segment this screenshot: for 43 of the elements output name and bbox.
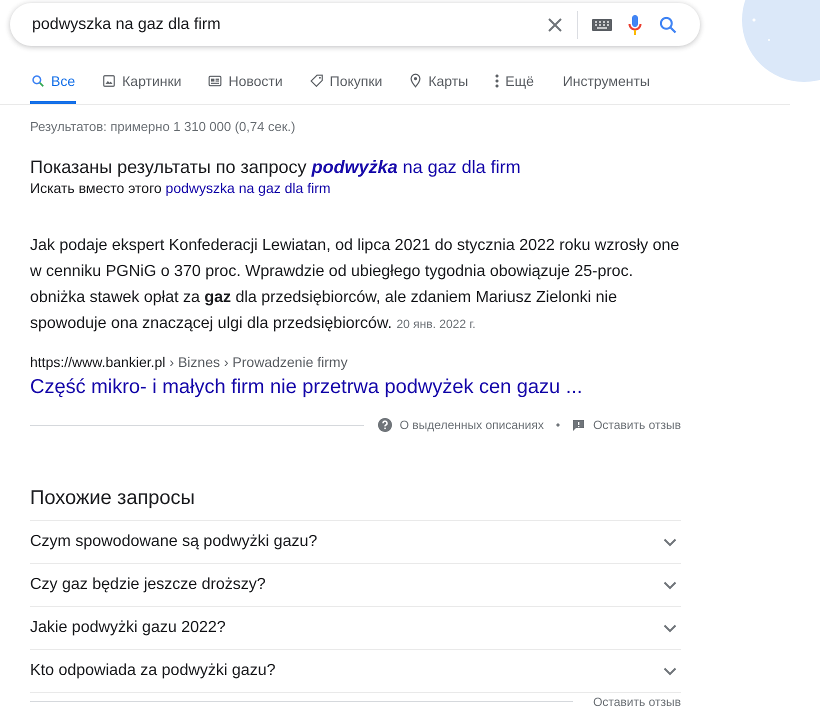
tab[interactable]: Ещё <box>494 60 535 104</box>
close-icon <box>547 16 563 32</box>
tab[interactable]: Картинки <box>101 60 182 104</box>
about-snippets-link[interactable]: О выделенных описаниях <box>400 418 544 432</box>
tab[interactable]: Карты <box>408 60 470 104</box>
related-searches-heading: Похожие запросы <box>30 487 681 521</box>
image-icon <box>102 74 116 88</box>
related-search-item[interactable]: Czym spowodowane są podwyżki gazu? <box>30 521 681 564</box>
keyboard-icon <box>592 18 612 30</box>
snippet-text: Jak podaje ekspert Konfederacji Lewiatan, od lipca 2021 do stycznia 2022 roku wzrosły one w cenniku PGNiG o 370 proc. Wprawdzie od ubiegłego tygodnia obowiązuje 25-proc. obniżka stawek opłat za gaz dla przedsiębiorców, ale zdaniem Mariusz Zielonki nie spowoduje ona znaczącej ulgi dla przedsiębiorców. 20 янв. 2022 г. <box>30 236 680 334</box>
more-icon <box>495 74 500 88</box>
related-search-text: Czym spowodowane są podwyżki gazu? <box>30 533 318 551</box>
result-breadcrumb: › Biznes › Prowadzenie firmy <box>169 354 348 370</box>
result-count: Результатов: примерно 1 310 000 (0,74 сек.) <box>30 119 296 134</box>
separator-dot: • <box>556 418 560 432</box>
feedback-link[interactable]: Оставить отзыв <box>593 418 681 432</box>
feedback-link[interactable]: Оставить отзыв <box>593 695 681 709</box>
search-field[interactable]: podwyszka na gaz dla firm <box>10 3 700 46</box>
related-search-text: Kto odpowiada za podwyżki gazu? <box>30 662 276 680</box>
search-icon <box>658 14 678 34</box>
feedback-icon <box>572 418 586 432</box>
search-icon <box>31 74 45 88</box>
tab[interactable]: Покупки <box>308 60 384 104</box>
related-search-text: Jakie podwyżki gazu 2022? <box>30 619 226 637</box>
tools-button[interactable]: Инструменты <box>562 60 650 104</box>
help-icon <box>378 418 392 432</box>
map-pin-icon <box>409 73 422 88</box>
search-input[interactable]: podwyszka na gaz dla firm <box>30 14 539 34</box>
original-query-link[interactable]: podwyszka na gaz dla firm <box>166 180 331 196</box>
result-title-link[interactable]: Część mikro- i małych firm nie przetrwa podwyżek cen gazu ... <box>30 376 681 399</box>
search-instead-text: Искать вместо этого <box>30 180 162 196</box>
related-search-item[interactable]: Czy gaz będzie jeszcze droższy? <box>30 564 681 607</box>
related-search-item[interactable]: Jakie podwyżki gazu 2022? <box>30 607 681 650</box>
related-search-item[interactable]: Kto odpowiada za podwyżki gazu? <box>30 650 681 693</box>
newspaper-icon <box>208 74 222 88</box>
corrected-query-link[interactable]: podwyżka na gaz dla firm <box>312 157 521 177</box>
tab[interactable]: Все <box>30 60 76 104</box>
tag-icon <box>310 74 324 88</box>
related-search-text: Czy gaz będzie jeszcze droższy? <box>30 576 266 594</box>
result-url: https://www.bankier.pl <box>30 354 166 370</box>
spelling-notice: Показаны результаты по запросу <box>30 157 307 177</box>
microphone-icon <box>628 14 642 36</box>
tab[interactable]: Новости <box>207 60 284 104</box>
